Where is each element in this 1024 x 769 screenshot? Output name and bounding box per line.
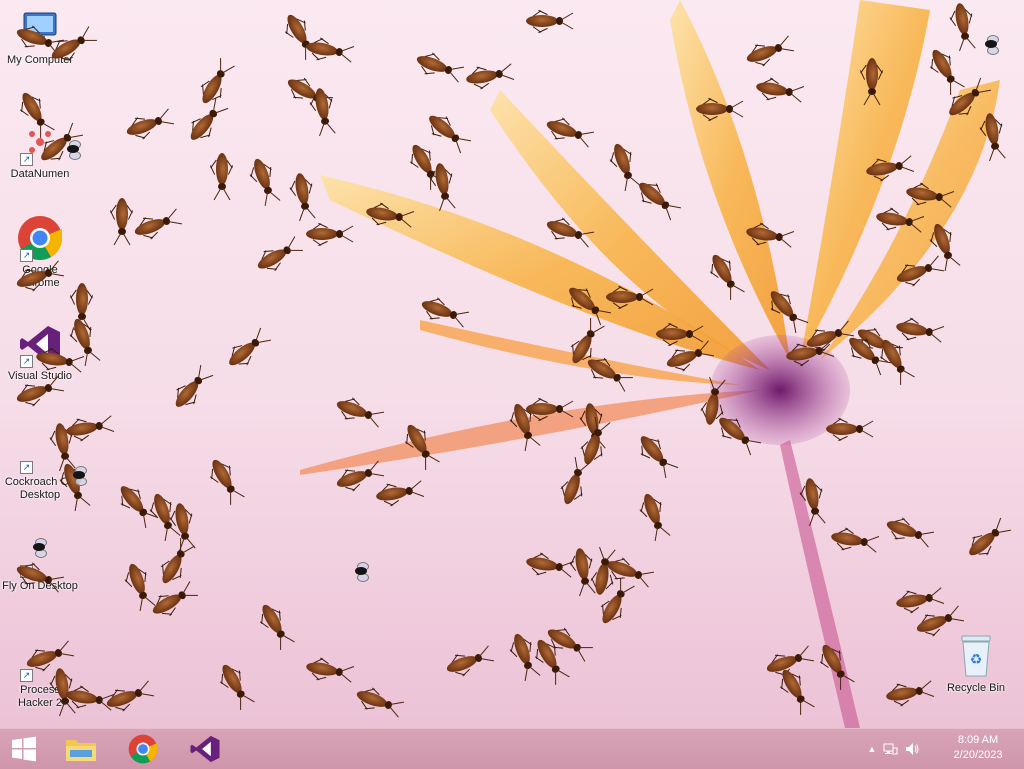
volume-icon[interactable]	[904, 741, 920, 757]
cockroach	[650, 322, 704, 347]
fly	[62, 140, 84, 160]
start-button[interactable]	[0, 729, 48, 769]
cockroach	[820, 417, 874, 442]
recycle-bin-icon: ♻	[952, 632, 1000, 680]
fly	[980, 35, 1002, 55]
visual-studio-icon	[190, 735, 220, 763]
fly	[350, 562, 372, 582]
chrome-icon: ↗	[16, 214, 64, 262]
file-explorer-icon	[66, 740, 96, 761]
desktop[interactable]: My Computer ↗ DataNumen ↗ Google Chrome …	[0, 0, 1024, 728]
taskbar-clock[interactable]: 8:09 AM 2/20/2023	[946, 733, 1010, 763]
desktop-icon-label: Recycle Bin	[946, 682, 1006, 694]
desktop-icon-recycle-bin[interactable]: ♻ Recycle Bin	[936, 632, 1016, 695]
system-tray: ▲ 8:09 AM 2/20/2023	[864, 729, 1024, 769]
cockroach	[300, 222, 354, 247]
network-icon[interactable]	[882, 741, 898, 757]
file-explorer-taskbar-button[interactable]	[52, 729, 110, 769]
cockroach	[690, 97, 744, 122]
shortcut-arrow-icon: ↗	[20, 249, 33, 262]
cockroach	[600, 285, 654, 310]
clock-time: 8:09 AM	[957, 734, 999, 746]
cockroach	[520, 397, 574, 422]
svg-text:♻: ♻	[970, 651, 983, 667]
visual-studio-taskbar-button[interactable]	[176, 729, 234, 769]
cockroach	[209, 147, 234, 201]
desktop-icon-label: DataNumen	[10, 168, 70, 180]
shortcut-arrow-icon: ↗	[20, 461, 33, 474]
show-hidden-icons-button[interactable]: ▲	[864, 741, 880, 757]
windows-logo-icon	[12, 736, 36, 762]
chrome-icon	[128, 734, 158, 764]
cockroach	[520, 9, 574, 34]
clock-date: 2/20/2023	[953, 749, 1003, 761]
fly	[28, 538, 50, 558]
chrome-taskbar-button[interactable]	[114, 729, 172, 769]
fly	[68, 466, 90, 486]
cockroach	[859, 52, 884, 106]
taskbar: ▲ 8:09 AM 2/20/2023	[0, 728, 1024, 769]
